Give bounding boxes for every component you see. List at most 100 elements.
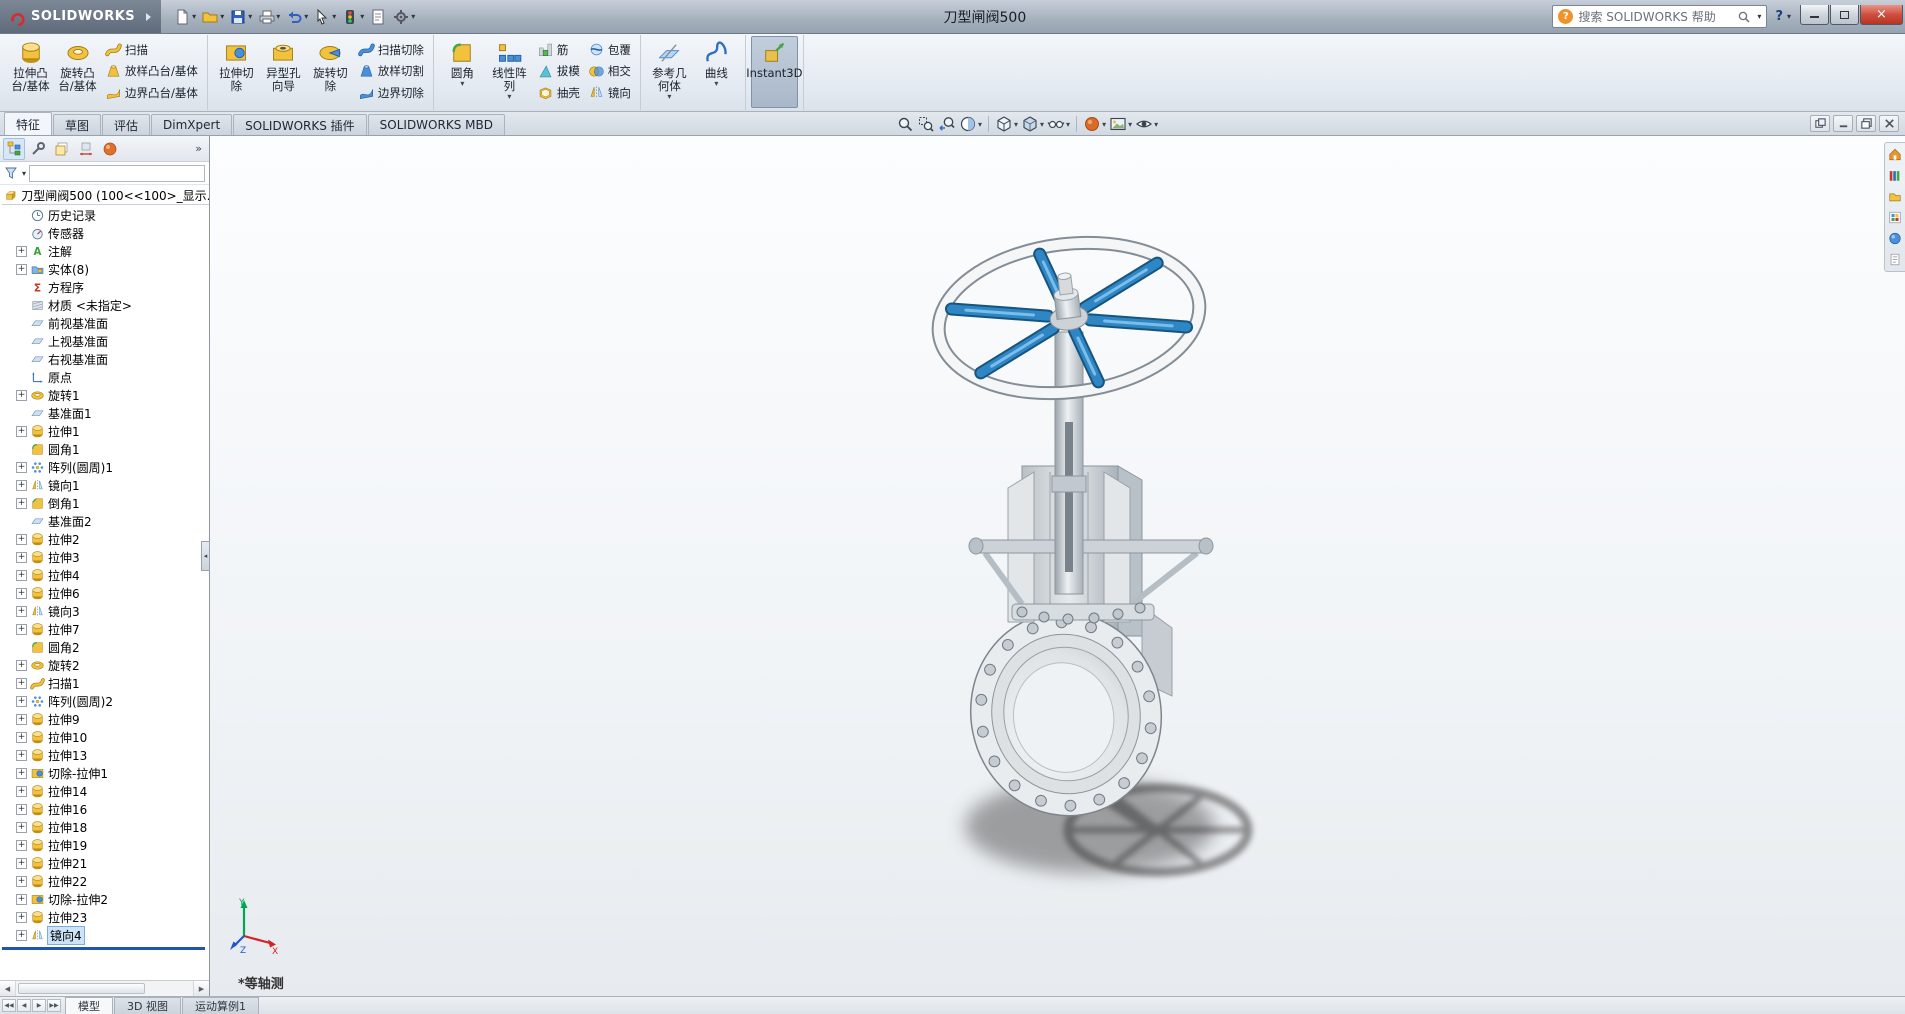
extruded-cut-button[interactable]: 拉伸切 除 [213, 36, 260, 108]
new-button[interactable]: ▾ [171, 6, 198, 28]
linear-pattern-button[interactable]: 线性阵 列▾ [486, 36, 533, 108]
tree-item[interactable]: 历史记录 [2, 206, 209, 224]
zoom-fit-button[interactable] [895, 114, 915, 134]
tree-expand-icon[interactable]: + [16, 912, 27, 923]
filter-dropdown-icon[interactable]: ▾ [22, 169, 26, 178]
doc-tab-模型[interactable]: 模型 [65, 997, 113, 1014]
search-input[interactable]: ? 搜索 SOLIDWORKS 帮助 ▾ [1552, 5, 1767, 28]
tree-expand-icon[interactable]: + [16, 768, 27, 779]
tree-expand-icon[interactable]: + [16, 570, 27, 581]
tree-item[interactable]: +注解 [2, 242, 209, 260]
lofted-cut-button[interactable]: 放样切割 [356, 63, 426, 80]
revolved-boss-button[interactable]: 旋转凸 台/基体 [54, 36, 101, 108]
dropdown-caret-icon[interactable]: ▾ [332, 12, 336, 21]
tree-expand-icon[interactable]: + [16, 552, 27, 563]
task-pane-file-explorer-button[interactable] [1887, 188, 1903, 205]
tree-item[interactable]: 圆角2 [2, 638, 209, 656]
close-button[interactable]: × [1860, 5, 1903, 25]
tab-SOLIDWORKS MBD[interactable]: SOLIDWORKS MBD [368, 114, 505, 135]
dropdown-caret-icon[interactable]: ▾ [978, 120, 982, 129]
doc-tab-3D 视图[interactable]: 3D 视图 [114, 997, 181, 1014]
tree-item[interactable]: +拉伸1 [2, 422, 209, 440]
tree-item[interactable]: +拉伸6 [2, 584, 209, 602]
dropdown-caret-icon[interactable]: ▾ [276, 12, 280, 21]
tree-expand-icon[interactable]: + [16, 390, 27, 401]
dropdown-caret-icon[interactable]: ▾ [714, 80, 718, 87]
tree-expand-icon[interactable]: + [16, 750, 27, 761]
undo-button[interactable]: ▾ [283, 6, 310, 28]
swept-boss-button[interactable]: 扫描 [103, 41, 200, 58]
tree-expand-icon[interactable]: + [16, 498, 27, 509]
doc-close-button[interactable] [1879, 115, 1899, 132]
dropdown-caret-icon[interactable]: ▾ [360, 12, 364, 21]
tree-item[interactable]: +阵列(圆周)2 [2, 692, 209, 710]
dropdown-caret-icon[interactable]: ▾ [220, 12, 224, 21]
dropdown-caret-icon[interactable]: ▾ [1040, 120, 1044, 129]
tree-item[interactable]: +实体(8) [2, 260, 209, 278]
tree-item[interactable]: +拉伸3 [2, 548, 209, 566]
fm-tab-overflow-icon[interactable]: » [191, 142, 206, 155]
hide-show-items-button[interactable]: ▾ [1046, 114, 1071, 134]
doc-tile-button[interactable] [1810, 115, 1830, 132]
tree-item[interactable]: +拉伸19 [2, 836, 209, 854]
intersect-button[interactable]: 相交 [586, 63, 633, 80]
tab-scroll-first-icon[interactable]: ◀◀ [2, 999, 16, 1012]
zoom-area-button[interactable] [916, 114, 936, 134]
filter-funnel-icon[interactable] [4, 166, 18, 180]
tree-item[interactable]: +镜向4 [2, 926, 209, 944]
tab-scroll-next-icon[interactable]: ▶ [32, 999, 46, 1012]
fm-tab-propertymanager[interactable] [27, 138, 49, 160]
valve-stem[interactable] [1052, 332, 1086, 594]
model-3d-view[interactable] [210, 136, 1905, 996]
tree-item[interactable]: 圆角1 [2, 440, 209, 458]
tab-scroll-prev-icon[interactable]: ◀ [17, 999, 31, 1012]
tree-item[interactable]: 前视基准面 [2, 314, 209, 332]
dropdown-caret-icon[interactable]: ▾ [1154, 120, 1158, 129]
tree-filter-input[interactable] [29, 165, 205, 182]
tree-item[interactable]: 方程序 [2, 278, 209, 296]
solidworks-logo[interactable]: SOLIDWORKS [0, 0, 161, 33]
tree-expand-icon[interactable]: + [16, 840, 27, 851]
save-button[interactable]: ▾ [227, 6, 254, 28]
tree-item[interactable]: +拉伸4 [2, 566, 209, 584]
tree-item[interactable]: +阵列(圆周)1 [2, 458, 209, 476]
tree-expand-icon[interactable]: + [16, 624, 27, 635]
dropdown-caret-icon[interactable]: ▾ [507, 93, 511, 100]
scrollbar-track[interactable] [16, 981, 193, 996]
tree-expand-icon[interactable]: + [16, 930, 27, 941]
scroll-right-icon[interactable]: ▶ [193, 981, 209, 996]
tree-expand-icon[interactable]: + [16, 822, 27, 833]
tree-item[interactable]: +旋转2 [2, 656, 209, 674]
search-dropdown-icon[interactable]: ▾ [1757, 12, 1761, 21]
tree-root-item[interactable]: 刀型闸阀500 (100<<100>_显示... [2, 187, 209, 205]
tree-expand-icon[interactable]: + [16, 588, 27, 599]
tree-item[interactable]: 原点 [2, 368, 209, 386]
tree-expand-icon[interactable]: + [16, 894, 27, 905]
tree-expand-icon[interactable]: + [16, 660, 27, 671]
tree-horizontal-scrollbar[interactable]: ◀ ▶ [0, 980, 209, 996]
tree-expand-icon[interactable]: + [16, 462, 27, 473]
tree-item[interactable]: +切除-拉伸1 [2, 764, 209, 782]
file-properties-button[interactable] [367, 6, 389, 28]
dropdown-caret-icon[interactable]: ▾ [667, 93, 671, 100]
rib-button[interactable]: 筋 [535, 41, 582, 58]
edit-appearance-button[interactable]: ▾ [1082, 114, 1107, 134]
apply-scene-button[interactable]: ▾ [1108, 114, 1133, 134]
curves-button[interactable]: 曲线▾ [693, 36, 740, 108]
lofted-boss-button[interactable]: 放样凸台/基体 [103, 63, 200, 80]
shell-button[interactable]: 抽壳 [535, 84, 582, 101]
instant3d-button[interactable]: Instant3D [751, 36, 798, 108]
display-style-button[interactable]: ▾ [1020, 114, 1045, 134]
tab-SOLIDWORKS 插件[interactable]: SOLIDWORKS 插件 [233, 114, 366, 135]
revolved-cut-button[interactable]: 旋转切 除 [307, 36, 354, 108]
dropdown-caret-icon[interactable]: ▾ [1014, 120, 1018, 129]
doc-minimize-button[interactable] [1833, 115, 1853, 132]
tree-item[interactable]: +拉伸7 [2, 620, 209, 638]
open-button[interactable]: ▾ [199, 6, 226, 28]
tree-item[interactable]: +拉伸22 [2, 872, 209, 890]
tree-expand-icon[interactable]: + [16, 858, 27, 869]
doc-restore-button[interactable] [1856, 115, 1876, 132]
tree-item[interactable]: 基准面1 [2, 404, 209, 422]
tree-expand-icon[interactable]: + [16, 804, 27, 815]
tree-item[interactable]: +切除-拉伸2 [2, 890, 209, 908]
